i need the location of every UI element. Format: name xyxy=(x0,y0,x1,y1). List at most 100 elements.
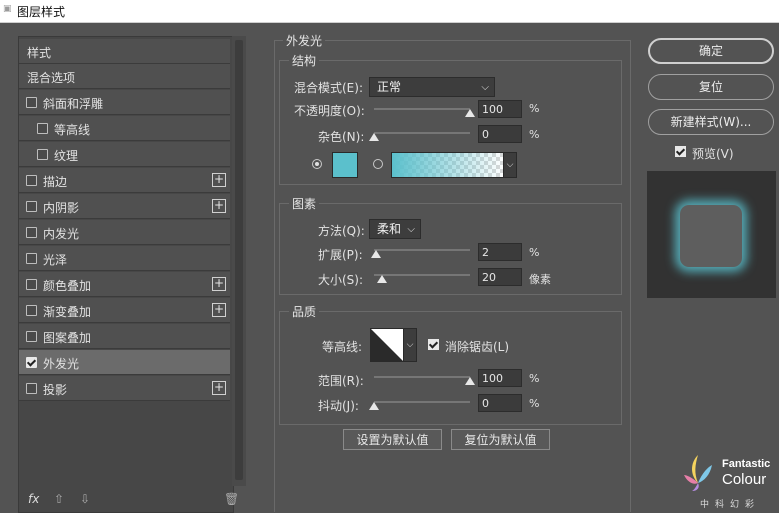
window-title: 图层样式 xyxy=(17,5,66,19)
method-select[interactable]: 柔和 ⌵ xyxy=(369,219,421,239)
antialias-label: 消除锯齿(L) xyxy=(445,340,510,354)
reset-button[interactable]: 复位 xyxy=(648,74,774,100)
sidebar-item-texture[interactable]: 纹理 xyxy=(19,142,230,167)
sidebar-item-label: 纹理 xyxy=(54,149,79,163)
texture-checkbox[interactable] xyxy=(37,149,48,160)
add-color-overlay-button[interactable]: + xyxy=(212,277,226,291)
outer-glow-checkbox[interactable] xyxy=(26,357,37,368)
fx-icon[interactable]: fx xyxy=(28,492,39,506)
size-slider[interactable] xyxy=(374,274,470,276)
glow-color-swatch[interactable] xyxy=(332,152,358,178)
sidebar-item-blending-options[interactable]: 混合选项 xyxy=(19,64,230,89)
add-drop-shadow-button[interactable]: + xyxy=(212,381,226,395)
range-unit: % xyxy=(529,372,540,385)
move-down-icon[interactable]: ⇩ xyxy=(80,492,90,506)
move-up-icon[interactable]: ⇧ xyxy=(54,492,64,506)
sidebar-item-inner-shadow[interactable]: 内阴影 + xyxy=(19,194,230,219)
size-label: 大小(S): xyxy=(318,273,364,287)
spread-input[interactable]: 2 xyxy=(478,243,522,261)
sidebar-item-label: 投影 xyxy=(43,383,68,397)
sidebar-item-contour[interactable]: 等高线 xyxy=(19,116,230,141)
reset-default-button[interactable]: 复位为默认值 xyxy=(451,429,550,450)
spread-slider[interactable] xyxy=(374,249,470,251)
sidebar-item-label: 样式 xyxy=(27,46,52,60)
glow-gradient-picker[interactable] xyxy=(391,152,505,178)
noise-slider-handle[interactable] xyxy=(369,133,379,141)
new-style-button[interactable]: 新建样式(W)... xyxy=(648,109,774,135)
sidebar-item-label: 等高线 xyxy=(54,123,91,137)
sidebar-item-pattern-overlay[interactable]: 图案叠加 xyxy=(19,324,230,349)
antialias-checkbox[interactable] xyxy=(428,339,439,350)
brand-name-line2: Colour xyxy=(722,471,767,488)
inner-glow-checkbox[interactable] xyxy=(26,227,37,238)
contour-picker[interactable] xyxy=(370,328,404,362)
trash-icon[interactable]: 🗑 xyxy=(224,492,239,506)
sidebar-item-label: 内发光 xyxy=(43,227,80,241)
opacity-slider[interactable] xyxy=(374,108,470,110)
satin-checkbox[interactable] xyxy=(26,253,37,264)
inner-shadow-checkbox[interactable] xyxy=(26,201,37,212)
color-overlay-checkbox[interactable] xyxy=(26,279,37,290)
structure-label: 结构 xyxy=(289,52,320,69)
ok-button[interactable]: 确定 xyxy=(648,38,774,64)
jitter-input[interactable]: 0 xyxy=(478,394,522,412)
jitter-slider[interactable] xyxy=(374,401,470,403)
pattern-overlay-checkbox[interactable] xyxy=(26,331,37,342)
range-slider-handle[interactable] xyxy=(465,377,475,385)
brand-name-chinese: 中科幻彩 xyxy=(700,500,761,510)
contour-checkbox[interactable] xyxy=(37,123,48,134)
set-default-button[interactable]: 设置为默认值 xyxy=(343,429,442,450)
chevron-down-icon[interactable]: ⌵ xyxy=(403,328,417,362)
drop-shadow-checkbox[interactable] xyxy=(26,383,37,394)
sidebar-item-gradient-overlay[interactable]: 渐变叠加 + xyxy=(19,298,230,323)
sidebar-item-styles[interactable]: 样式 xyxy=(19,39,230,64)
watermark: Fantastic Colour 中科幻彩 xyxy=(678,449,778,511)
noise-input[interactable]: 0 xyxy=(478,125,522,143)
stroke-checkbox[interactable] xyxy=(26,175,37,186)
range-slider[interactable] xyxy=(374,376,470,378)
jitter-slider-handle[interactable] xyxy=(369,402,379,410)
spread-unit: % xyxy=(529,246,540,259)
sidebar-item-drop-shadow[interactable]: 投影 + xyxy=(19,376,230,401)
title-bar: ▣ 图层样式 xyxy=(0,0,779,23)
add-inner-shadow-button[interactable]: + xyxy=(212,199,226,213)
size-slider-handle[interactable] xyxy=(376,275,387,283)
sidebar-item-color-overlay[interactable]: 颜色叠加 + xyxy=(19,272,230,297)
scrollbar-thumb[interactable] xyxy=(235,40,243,480)
opacity-input[interactable]: 100 xyxy=(478,100,522,118)
elements-label: 图素 xyxy=(289,195,320,212)
sidebar-item-label: 颜色叠加 xyxy=(43,279,92,293)
brand-name-line1: Fantastic xyxy=(722,458,771,470)
size-input[interactable]: 20 xyxy=(478,268,522,286)
opacity-slider-handle[interactable] xyxy=(465,109,475,117)
solid-color-radio[interactable] xyxy=(312,159,322,169)
range-input[interactable]: 100 xyxy=(478,369,522,387)
preview-shape xyxy=(680,205,742,267)
gradient-radio[interactable] xyxy=(373,159,383,169)
preview-checkbox[interactable] xyxy=(675,146,686,157)
chevron-down-icon[interactable]: ⌵ xyxy=(503,152,517,178)
sidebar-item-label: 渐变叠加 xyxy=(43,305,92,319)
spread-slider-handle[interactable] xyxy=(370,250,381,258)
noise-label: 杂色(N): xyxy=(318,130,365,144)
noise-slider[interactable] xyxy=(374,132,470,134)
bevel-emboss-checkbox[interactable] xyxy=(26,97,37,108)
add-stroke-button[interactable]: + xyxy=(212,173,226,187)
sidebar-item-label: 外发光 xyxy=(43,357,80,371)
gradient-overlay-checkbox[interactable] xyxy=(26,305,37,316)
blend-mode-select[interactable]: 正常 ⌵ xyxy=(369,77,495,97)
sidebar-item-label: 斜面和浮雕 xyxy=(43,97,104,111)
opacity-label: 不透明度(O): xyxy=(294,104,365,118)
range-label: 范围(R): xyxy=(318,374,364,388)
sidebar-item-bevel-emboss[interactable]: 斜面和浮雕 xyxy=(19,90,230,115)
style-list: 样式 混合选项 斜面和浮雕 等高线 纹理 描边 + 内阴影 + 内发光 光泽 颜… xyxy=(18,36,234,513)
method-value: 柔和 xyxy=(377,222,402,236)
sidebar-item-label: 图案叠加 xyxy=(43,331,92,345)
sidebar-item-outer-glow[interactable]: 外发光 xyxy=(19,350,230,375)
sidebar-item-stroke[interactable]: 描边 + xyxy=(19,168,230,193)
sidebar-item-inner-glow[interactable]: 内发光 xyxy=(19,220,230,245)
sidebar-item-label: 内阴影 xyxy=(43,201,80,215)
sidebar-item-satin[interactable]: 光泽 xyxy=(19,246,230,271)
add-gradient-overlay-button[interactable]: + xyxy=(212,303,226,317)
style-list-scrollbar[interactable] xyxy=(232,36,246,486)
